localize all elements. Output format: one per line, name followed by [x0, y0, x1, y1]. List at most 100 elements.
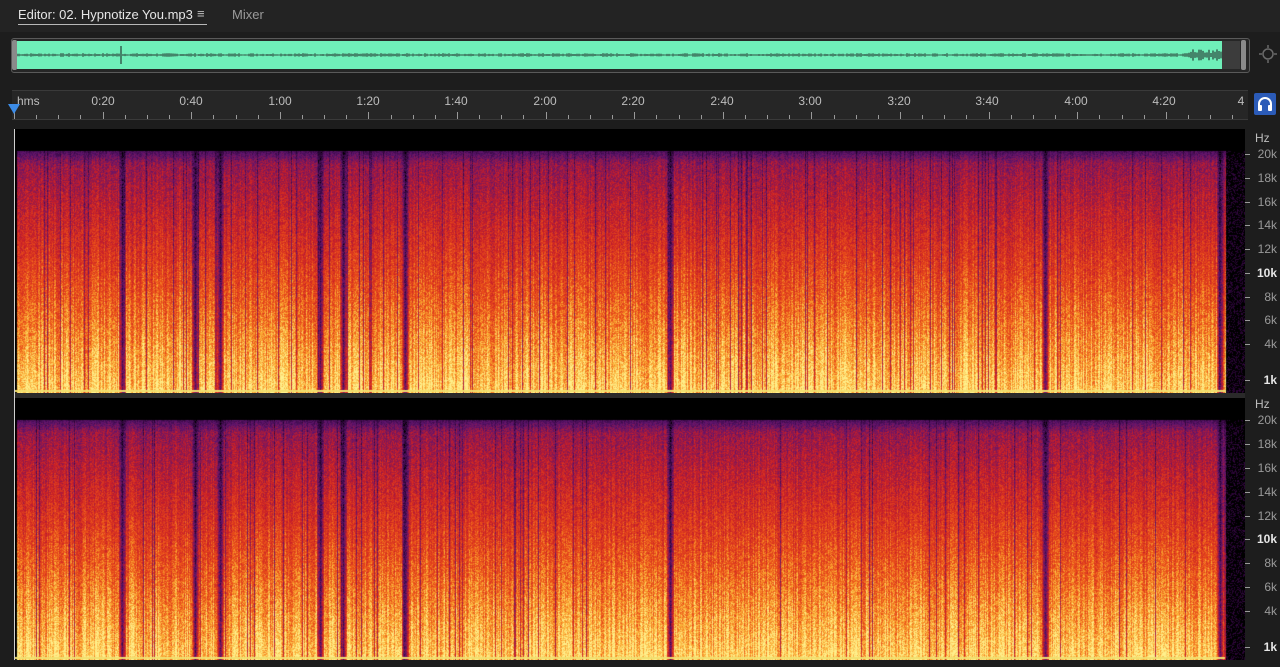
hz-tick — [1245, 420, 1250, 422]
ruler-tick — [877, 115, 879, 119]
ruler-tick — [102, 112, 104, 119]
ruler-tick — [58, 115, 60, 119]
ruler-tick — [434, 115, 436, 119]
ruler-tick — [279, 112, 281, 119]
hz-scale-label: 18k — [1257, 437, 1277, 452]
ruler-tick — [235, 115, 237, 119]
ruler-tick — [833, 115, 835, 119]
overview-track-end — [1222, 41, 1240, 69]
hz-tick — [1245, 177, 1250, 179]
ruler-time-label: 1:00 — [268, 94, 292, 108]
ruler-time-label: 4 — [1237, 94, 1245, 108]
ruler-time-label: 1:20 — [356, 94, 380, 108]
hz-scale-label: 18k — [1257, 170, 1277, 185]
headphones-monitor-icon[interactable] — [1254, 93, 1276, 115]
ruler-tick — [36, 115, 38, 119]
hz-tick — [1245, 201, 1250, 203]
spectrogram-right-channel[interactable] — [15, 398, 1245, 660]
ruler-tick — [301, 115, 303, 119]
ruler-tick — [589, 115, 591, 119]
hz-scale-label: 10k — [1256, 532, 1277, 547]
hz-scale-label: 4k — [1264, 337, 1277, 352]
ruler-tick — [213, 115, 215, 119]
hz-unit-label: Hz — [1255, 131, 1270, 145]
ruler-tick — [479, 115, 481, 119]
ruler-time-label: 1:40 — [444, 94, 468, 108]
ruler-tick — [1143, 115, 1145, 119]
hz-tick — [1245, 563, 1250, 565]
zoom-navigator-icon[interactable] — [1258, 44, 1278, 64]
ruler-time-label: 2:40 — [710, 94, 734, 108]
ruler-tick — [900, 112, 901, 119]
tab-editor[interactable]: Editor: 02. Hypnotize You.mp3 — [18, 7, 193, 22]
hz-scale-label: 6k — [1264, 580, 1277, 595]
ruler-tick — [545, 112, 547, 119]
ruler-tick — [1121, 115, 1123, 119]
ruler-time-label: 2:20 — [621, 94, 645, 108]
ruler-tick — [390, 115, 392, 119]
hz-tick — [1245, 515, 1250, 517]
ruler-time-label: 3:40 — [975, 94, 999, 108]
time-ruler[interactable]: hms 0:20 0:40 1:00 1:20 1:40 2:00 2:20 2:40 3:00… — [12, 90, 1248, 120]
ruler-tick — [1165, 112, 1167, 119]
hz-scale-label: 14k — [1257, 218, 1277, 233]
ruler-tick — [612, 115, 614, 119]
channel-split-grip[interactable] — [657, 121, 685, 134]
ruler-time-label: 0:40 — [179, 94, 203, 108]
frequency-scale-right[interactable]: Hz 20k 18k 16k 14k 12k 10k 8k 6k 4k 1k — [1245, 395, 1280, 660]
ruler-tick — [966, 115, 968, 119]
ruler-time-label: 4:00 — [1064, 94, 1088, 108]
ruler-tick — [191, 112, 193, 119]
ruler-time-label: 0:20 — [91, 94, 115, 108]
ruler-tick — [368, 112, 370, 119]
ruler-tick — [1077, 112, 1079, 119]
ruler-tick — [1210, 115, 1212, 119]
ruler-tick — [501, 115, 503, 119]
ruler-tick — [146, 115, 148, 119]
hz-unit-label: Hz — [1255, 397, 1270, 411]
ruler-tick — [324, 115, 326, 119]
active-tab-underline — [18, 24, 207, 25]
ruler-tick — [678, 115, 680, 119]
frequency-scale-left[interactable]: Hz 20k 18k 16k 14k 12k 10k 8k 6k 4k 1k — [1245, 129, 1280, 393]
ruler-tick — [1099, 115, 1101, 119]
hz-tick — [1245, 539, 1250, 541]
playhead-marker-icon[interactable] — [8, 104, 20, 114]
spectrogram-left-channel[interactable] — [15, 129, 1245, 393]
tab-mixer[interactable]: Mixer — [232, 7, 264, 22]
ruler-tick — [346, 115, 348, 119]
ruler-tick — [634, 112, 636, 119]
overview-right-handle[interactable] — [1241, 40, 1246, 70]
ruler-tick — [124, 115, 126, 119]
hz-tick — [1245, 154, 1250, 156]
ruler-tick — [767, 115, 769, 119]
overview-waveform[interactable] — [17, 41, 1222, 69]
ruler-time-label: 3:20 — [887, 94, 911, 108]
hz-tick — [1245, 249, 1250, 251]
ruler-tick — [811, 112, 813, 119]
ruler-time-label: 4:20 — [1152, 94, 1176, 108]
hz-scale-label: 1k — [1263, 639, 1277, 654]
ruler-tick — [988, 112, 990, 119]
hz-scale-label: 12k — [1257, 242, 1277, 257]
ruler-tick — [1010, 115, 1012, 119]
panel-tab-bar: Editor: 02. Hypnotize You.mp3 ≡ Mixer — [0, 0, 1280, 32]
ruler-tick — [457, 112, 458, 119]
hz-tick — [1245, 646, 1250, 648]
hz-scale-label: 8k — [1264, 289, 1277, 304]
ruler-tick — [922, 115, 924, 119]
ruler-tick — [412, 115, 414, 119]
hz-scale-label: 8k — [1264, 556, 1277, 571]
ruler-tick — [1032, 115, 1034, 119]
overview-left-handle[interactable] — [12, 40, 17, 70]
panel-menu-icon[interactable]: ≡ — [197, 6, 205, 21]
ruler-tick — [789, 115, 791, 119]
ruler-tick — [656, 115, 658, 119]
hz-scale-label: 16k — [1257, 460, 1277, 475]
ruler-time-label: 3:00 — [798, 94, 822, 108]
hz-tick — [1245, 587, 1250, 589]
playhead-line — [14, 129, 15, 660]
ruler-tick — [567, 115, 569, 119]
hz-tick — [1245, 491, 1250, 493]
ruler-tick — [80, 115, 82, 119]
